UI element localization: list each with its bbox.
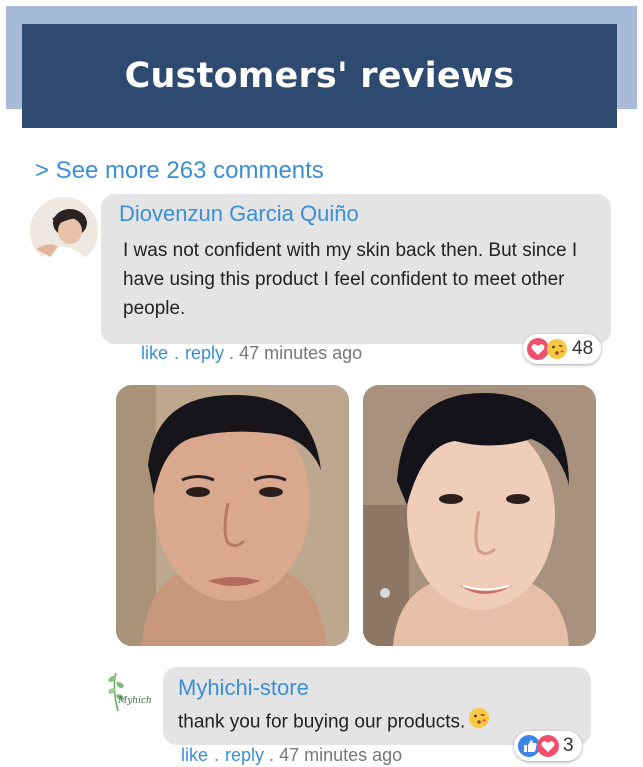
reactions-summary[interactable]: 48 bbox=[523, 334, 602, 364]
comment-actions: like. reply . 47 minutes ago bbox=[181, 745, 402, 766]
svg-text:Myhichi: Myhichi bbox=[117, 696, 152, 706]
reaction-count: 3 bbox=[563, 735, 574, 756]
page-title: Customers' reviews bbox=[124, 56, 515, 96]
comment-author[interactable]: Myhichi-store bbox=[178, 675, 309, 701]
comment-text-content: thank you for buying our products. bbox=[178, 711, 466, 733]
kiss-emoji-icon bbox=[468, 707, 490, 738]
timestamp: 47 minutes ago bbox=[239, 343, 363, 363]
avatar[interactable] bbox=[30, 197, 98, 265]
reactions-summary[interactable]: 3 bbox=[514, 731, 582, 761]
kiss-emoji-icon bbox=[546, 338, 568, 360]
header-banner: Customers' reviews bbox=[22, 24, 617, 128]
comment-text: I was not confident with my skin back th… bbox=[123, 240, 578, 319]
reaction-count: 48 bbox=[572, 338, 594, 359]
comment-author[interactable]: Diovenzun Garcia Quiño bbox=[119, 201, 359, 227]
after-photo[interactable] bbox=[363, 385, 596, 646]
reply-button[interactable]: reply . bbox=[225, 745, 274, 765]
see-more-comments-link[interactable]: > See more 263 comments bbox=[35, 157, 324, 185]
comment-text: thank you for buying our products. bbox=[178, 707, 578, 738]
like-button[interactable]: like bbox=[141, 343, 168, 363]
comment-bubble: Diovenzun Garcia Quiño I was not confide… bbox=[101, 194, 611, 344]
separator: . bbox=[174, 343, 180, 363]
before-photo[interactable] bbox=[116, 385, 349, 646]
separator: . bbox=[214, 745, 220, 765]
timestamp: 47 minutes ago bbox=[279, 745, 403, 765]
like-button[interactable]: like bbox=[181, 745, 208, 765]
reply-button[interactable]: reply . bbox=[185, 343, 234, 363]
store-logo-avatar[interactable]: Myhichi bbox=[100, 667, 152, 719]
comment-actions: like. reply . 47 minutes ago bbox=[141, 343, 362, 364]
heart-icon bbox=[537, 735, 559, 757]
